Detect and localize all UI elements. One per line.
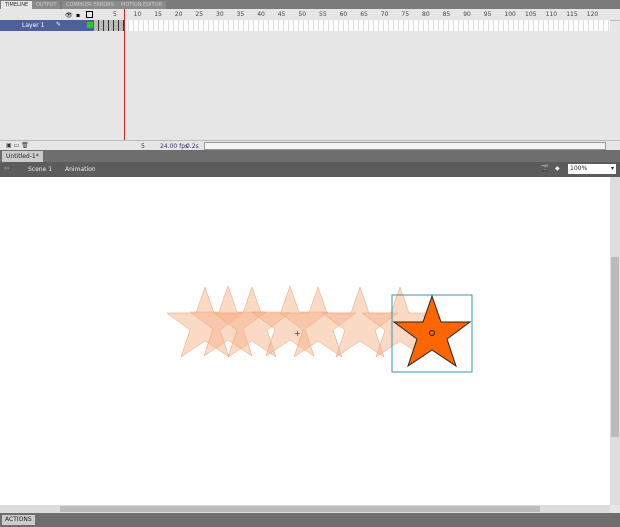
lock-icon[interactable]: ▪	[76, 12, 80, 19]
ruler-tick: 75	[401, 11, 410, 18]
ruler-tick: 105	[525, 11, 537, 18]
back-arrow-icon[interactable]: ⇦	[4, 165, 9, 172]
current-frame: 5	[141, 143, 145, 150]
edit-symbol-icon[interactable]: ◆	[555, 165, 560, 172]
ruler-tick: 95	[483, 11, 492, 18]
ruler-tick: 90	[463, 11, 471, 18]
document-tab[interactable]: Untitled-1*	[2, 151, 43, 162]
zoom-value: 100%	[570, 165, 588, 172]
tab-compiler-errors[interactable]: COMPILER ERRORS	[62, 1, 118, 9]
ruler-tick: 110	[545, 11, 558, 18]
ruler-tick: 80	[422, 11, 430, 18]
panel-tabs: TIMELINE OUTPUT COMPILER ERRORS MOTION E…	[0, 0, 620, 9]
ruler-tick: 120	[586, 11, 599, 18]
breadcrumb-scene[interactable]: Scene 1	[28, 166, 52, 173]
ruler-tick: 20	[174, 11, 183, 18]
eye-icon[interactable]: 👁	[65, 12, 73, 19]
edit-bar: ⇦ Scene 1 Animation 🎬 ◆ 100% ▾	[0, 162, 620, 177]
ruler-tick: 30	[216, 11, 224, 18]
ruler-tick: 45	[277, 11, 286, 18]
ruler-tick: 65	[360, 11, 368, 18]
ruler-tick: 50	[298, 11, 307, 18]
edit-scene-icon[interactable]: 🎬	[541, 165, 548, 172]
motion-path-point: +	[294, 329, 301, 338]
frame-grid[interactable]	[94, 20, 610, 31]
stage-artwork: +	[166, 285, 473, 373]
stage[interactable]: +	[0, 177, 610, 505]
frame-rate[interactable]: 24.00 fps	[160, 143, 188, 150]
layer-color-icon[interactable]	[87, 22, 93, 28]
ruler-tick: 55	[319, 11, 327, 18]
outline-icon[interactable]	[86, 11, 93, 18]
playhead[interactable]	[124, 9, 125, 146]
pencil-icon: ✎	[56, 21, 62, 28]
chevron-down-icon: ▾	[610, 165, 614, 172]
stage-hscroll[interactable]	[0, 505, 610, 513]
zoom-select[interactable]: 100% ▾	[568, 164, 616, 174]
ruler-tick: 115	[566, 11, 578, 18]
elapsed-time: 0.2s	[186, 143, 199, 150]
ruler-tick: 85	[442, 11, 451, 18]
tab-output[interactable]: OUTPUT	[32, 1, 61, 9]
ruler-tick: 5	[113, 11, 117, 18]
new-layer-icon[interactable]: ▣ ▭ 🗑	[6, 142, 29, 149]
ruler-tick: 60	[339, 11, 348, 18]
tab-timeline[interactable]: TIMELINE	[1, 1, 33, 9]
ruler-tick: 15	[154, 11, 162, 18]
breadcrumb-symbol[interactable]: Animation	[65, 166, 96, 173]
actions-panel-bar: ACTIONS	[0, 513, 620, 527]
stage-vscroll[interactable]	[610, 177, 620, 505]
document-tabs: Untitled-1*	[0, 150, 620, 162]
layer-row[interactable]: Layer 1 ✎	[0, 20, 94, 31]
ruler-tick: 40	[257, 11, 265, 18]
tab-actions[interactable]: ACTIONS	[2, 515, 35, 525]
layer-name: Layer 1	[22, 22, 45, 29]
ruler-tick: 70	[380, 11, 389, 18]
ruler-tick: 35	[236, 11, 245, 18]
ruler-tick: 100	[504, 11, 516, 18]
tab-motion-editor[interactable]: MOTION EDITOR	[117, 1, 166, 9]
ruler-tick: 25	[195, 11, 204, 18]
timeline-hscroll[interactable]	[204, 142, 606, 150]
tween-frames[interactable]	[94, 20, 124, 31]
ruler-tick: 10	[133, 11, 142, 18]
